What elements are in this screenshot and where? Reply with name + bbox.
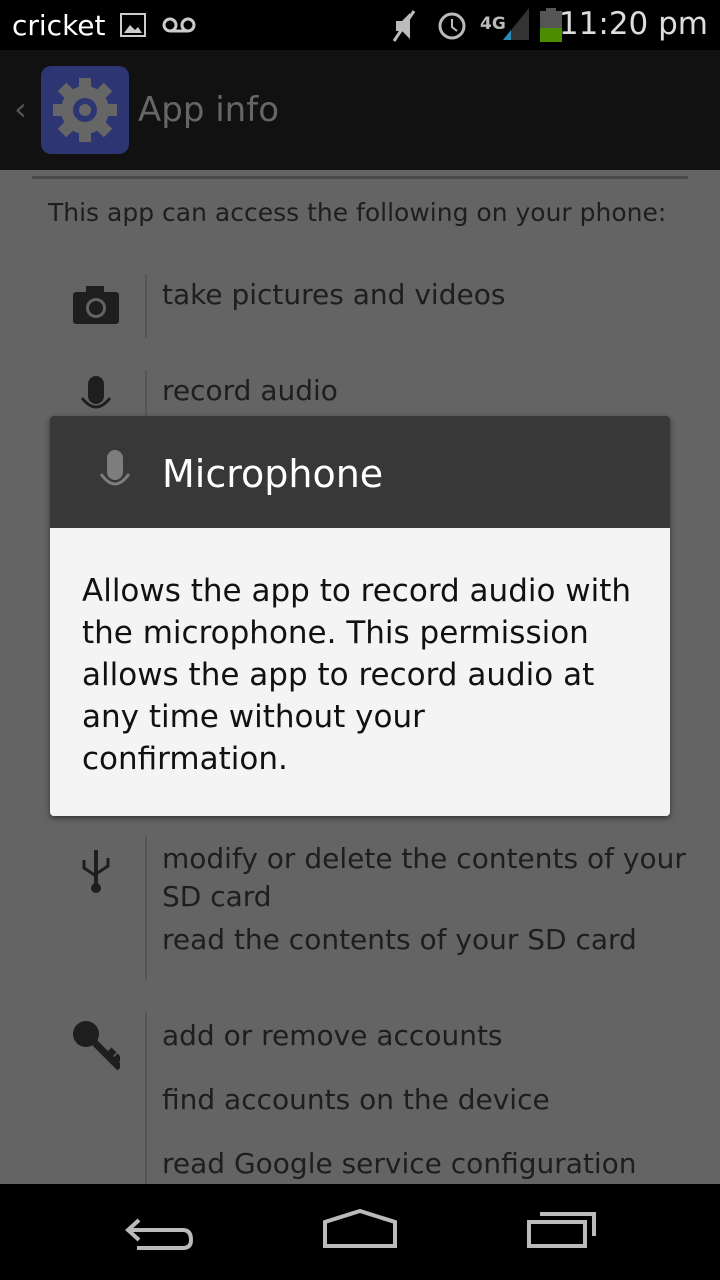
permission-item: add or remove accounts: [162, 1019, 503, 1052]
clock: 11:20 pm: [558, 6, 708, 42]
divider: [32, 176, 688, 179]
gallery-icon: [119, 13, 146, 37]
divider: [145, 1012, 147, 1192]
dialog-message: Allows the app to record audio with the …: [50, 528, 670, 816]
signal-icon: [503, 8, 529, 40]
network-type: 4G: [480, 14, 506, 34]
permission-item: modify or delete the contents of your SD…: [162, 842, 686, 913]
back-icon[interactable]: [125, 1214, 195, 1254]
page-title: App info: [138, 90, 279, 130]
alarm-icon: [438, 12, 466, 40]
permission-dialog: Microphone Allows the app to record audi…: [50, 416, 670, 816]
settings-gear-icon[interactable]: [41, 66, 129, 154]
permission-item: read Google service configuration: [162, 1147, 637, 1180]
divider: [145, 274, 147, 338]
action-bar: ‹ App info: [0, 50, 720, 170]
permission-item: take pictures and videos: [162, 278, 506, 311]
usb-icon: [82, 850, 110, 893]
up-caret-icon[interactable]: ‹: [14, 90, 27, 128]
permission-item: read the contents of your SD card: [162, 923, 637, 956]
microphone-icon: [80, 376, 112, 409]
mute-icon: [392, 10, 416, 42]
status-bar: cricket 4G 11:20 pm: [0, 0, 720, 50]
intro-text: This app can access the following on you…: [48, 198, 667, 227]
camera-icon: [73, 286, 119, 324]
permission-item: record audio: [162, 374, 338, 407]
divider: [145, 370, 147, 420]
voicemail-icon: [162, 17, 196, 33]
carrier-name: cricket: [12, 8, 106, 42]
divider: [145, 836, 147, 980]
dialog-title: Microphone: [162, 452, 384, 496]
home-icon[interactable]: [322, 1208, 398, 1250]
recents-icon[interactable]: [526, 1210, 598, 1250]
microphone-icon: [100, 450, 130, 486]
permission-item: find accounts on the device: [162, 1083, 550, 1116]
navigation-bar: [0, 1184, 720, 1280]
dialog-header: Microphone: [50, 416, 670, 528]
key-icon: [73, 1021, 120, 1071]
